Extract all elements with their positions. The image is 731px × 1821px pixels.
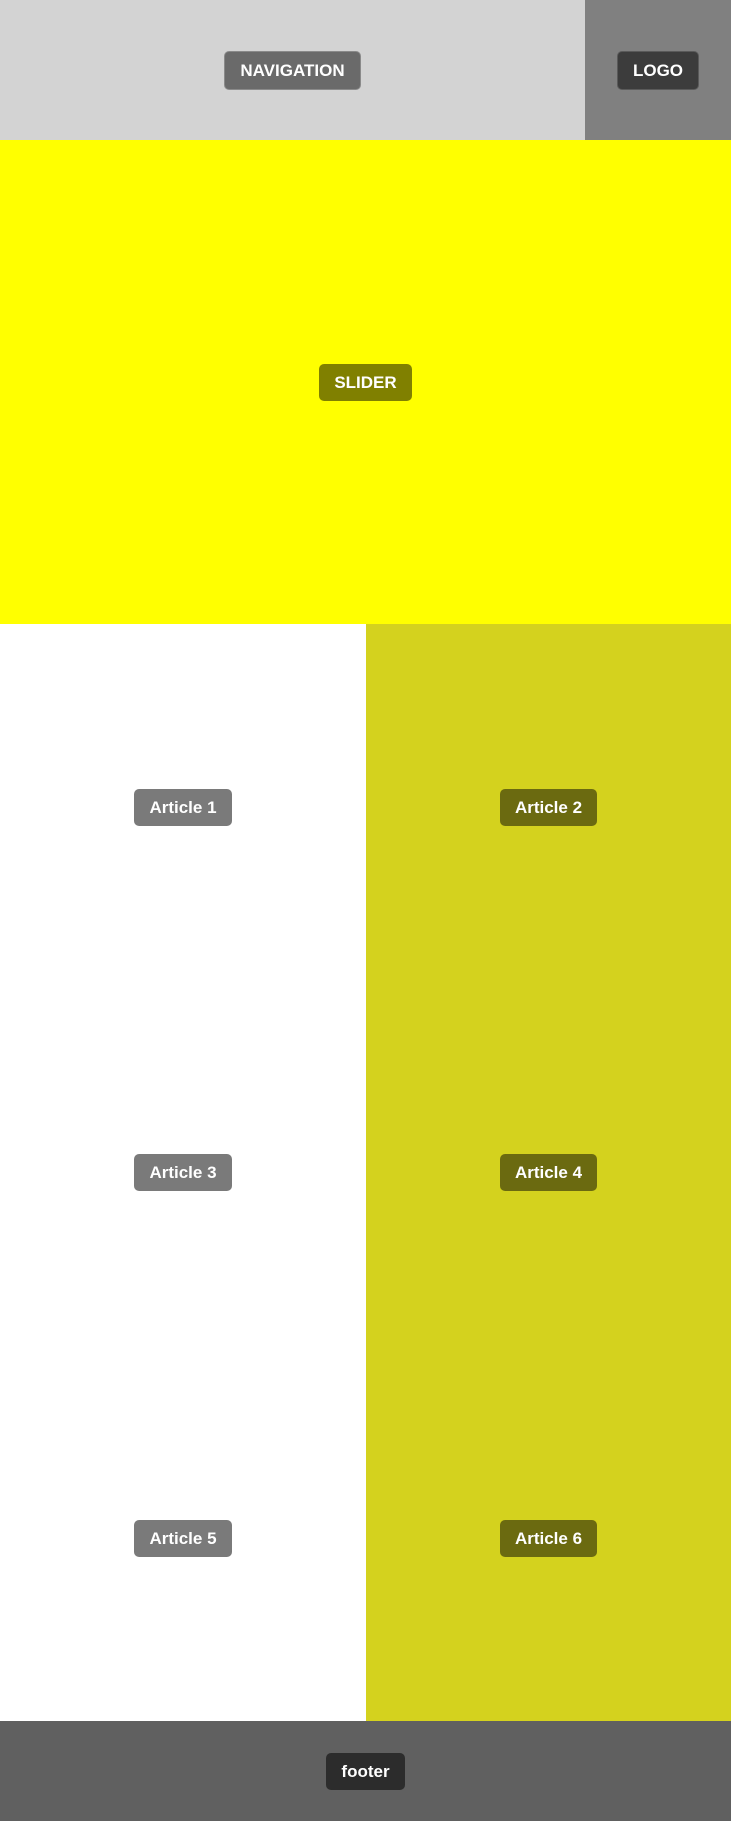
article-5-label: Article 5 bbox=[134, 1519, 232, 1557]
article-6[interactable]: Article 6 bbox=[366, 1355, 731, 1721]
slider[interactable]: SLIDER bbox=[0, 140, 731, 624]
article-1-label: Article 1 bbox=[134, 788, 232, 826]
article-6-label: Article 6 bbox=[499, 1519, 598, 1557]
navigation-label[interactable]: NAVIGATION bbox=[224, 50, 361, 90]
article-5[interactable]: Article 5 bbox=[0, 1355, 366, 1721]
footer: footer bbox=[0, 1721, 731, 1821]
navigation-area[interactable]: NAVIGATION bbox=[0, 0, 585, 140]
footer-label: footer bbox=[326, 1752, 405, 1790]
article-1[interactable]: Article 1 bbox=[0, 624, 366, 990]
article-2[interactable]: Article 2 bbox=[366, 624, 731, 990]
article-3[interactable]: Article 3 bbox=[0, 990, 366, 1355]
slider-label: SLIDER bbox=[319, 363, 412, 401]
article-3-label: Article 3 bbox=[134, 1154, 232, 1191]
article-4-label: Article 4 bbox=[499, 1154, 598, 1191]
article-4[interactable]: Article 4 bbox=[366, 990, 731, 1355]
logo-label[interactable]: LOGO bbox=[616, 50, 700, 90]
header: NAVIGATION LOGO bbox=[0, 0, 731, 140]
article-2-label: Article 2 bbox=[499, 788, 598, 826]
logo-area[interactable]: LOGO bbox=[585, 0, 731, 140]
articles-grid: Article 1 Article 2 Article 3 Article 4 … bbox=[0, 624, 731, 1721]
page: NAVIGATION LOGO SLIDER Article 1 Article… bbox=[0, 0, 731, 1821]
